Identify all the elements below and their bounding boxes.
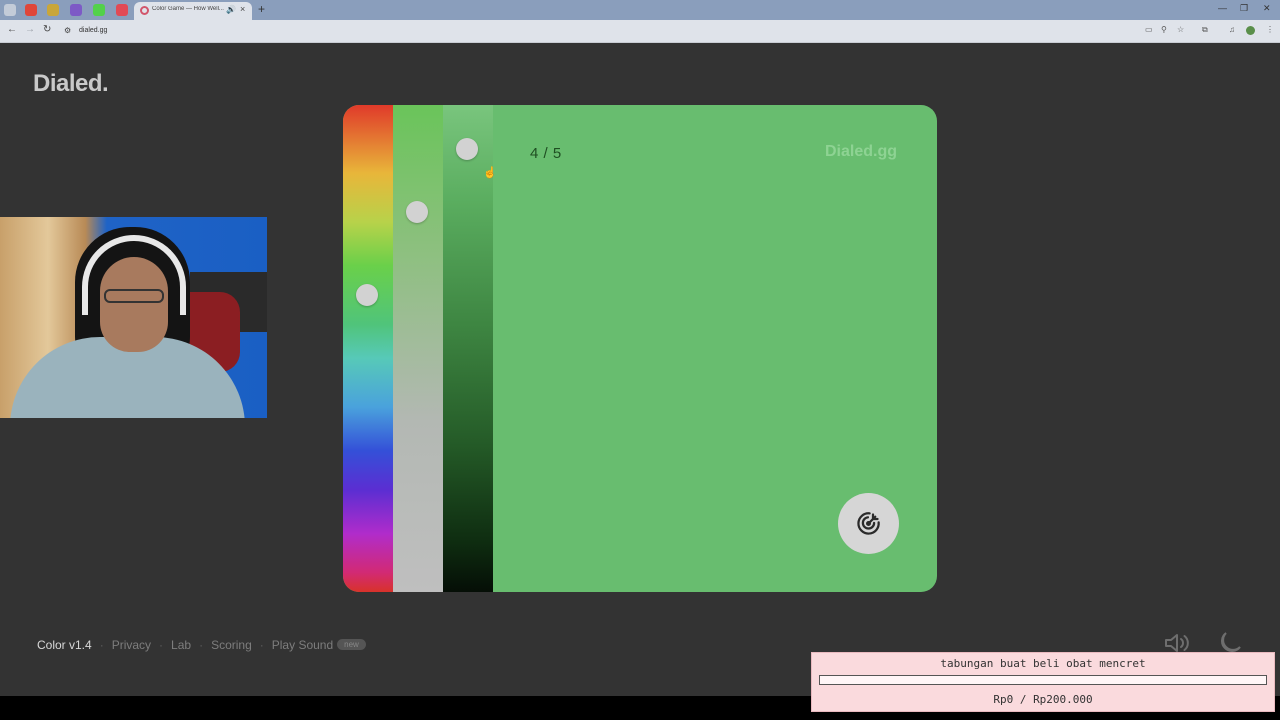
site-logo[interactable]: Dialed. <box>33 70 109 98</box>
site-info-icon[interactable]: ⚙ <box>64 26 71 35</box>
footer-separator: · <box>159 637 164 652</box>
youtube-tab-icon[interactable] <box>25 4 37 16</box>
browser-tab-strip: Color Game — How Well... 🔊 × + — ❐ ✕ <box>0 0 1280 20</box>
saturation-slider-handle[interactable] <box>406 201 428 224</box>
card-watermark: Dialed.gg <box>825 143 898 160</box>
footer-link-lab[interactable]: Lab <box>171 638 191 652</box>
dialed-favicon-icon <box>140 6 149 15</box>
maps-tab-icon[interactable] <box>116 4 128 16</box>
close-window-button[interactable]: ✕ <box>1263 3 1271 14</box>
saturation-slider[interactable] <box>393 105 443 592</box>
savings-progress-bar <box>819 675 1267 685</box>
footer-link-scoring[interactable]: Scoring <box>211 638 252 652</box>
minimize-button[interactable]: — <box>1218 3 1227 13</box>
footer-separator: · <box>99 637 104 652</box>
color-game-card: 4 / 5 Dialed.gg <box>343 105 937 592</box>
hue-slider[interactable] <box>343 105 393 592</box>
browser-menu-icon[interactable]: ⋮ <box>1266 25 1274 34</box>
version-label: Color v1.4 <box>37 637 92 652</box>
round-counter: 4 / 5 <box>530 145 562 162</box>
footer-separator: · <box>259 637 264 652</box>
tab-audio-icon[interactable]: 🔊 <box>226 5 236 14</box>
footer-link-play-sound[interactable]: Play Sound <box>272 638 333 652</box>
bookmark-star-icon[interactable]: ☆ <box>1177 25 1184 34</box>
lightness-slider-handle[interactable] <box>456 137 478 160</box>
new-tab-button[interactable]: + <box>258 2 265 16</box>
url-field[interactable]: dialed.gg <box>79 27 107 34</box>
restore-button[interactable]: ❐ <box>1240 3 1248 14</box>
savings-goal-overlay: tabungan buat beli obat mencret Rp0 / Rp… <box>811 652 1275 712</box>
tab-title: Color Game — How Well... <box>152 6 224 12</box>
footer-separator: · <box>199 637 204 652</box>
webcam-overlay <box>0 217 267 418</box>
back-icon[interactable]: ← <box>7 24 17 35</box>
tab-search-icon[interactable] <box>4 4 16 16</box>
savings-amount: Rp0 / Rp200.000 <box>993 693 1093 706</box>
savings-title: tabungan buat beli obat mencret <box>940 657 1146 670</box>
submit-guess-button[interactable] <box>838 493 899 554</box>
profile-avatar[interactable] <box>1246 26 1255 35</box>
twitch-tab-icon[interactable] <box>70 4 82 16</box>
target-arrow-icon <box>857 512 880 535</box>
hue-slider-handle[interactable] <box>356 283 378 306</box>
extensions-icon[interactable]: ⧉ <box>1202 25 1208 35</box>
address-bar: ← → ↻ ⚙ dialed.gg ▭ ⚲ ☆ ⧉ ♫ ⋮ <box>0 20 1280 43</box>
tab-color-game[interactable]: Color Game — How Well... 🔊 × <box>134 2 252 20</box>
mouse-cursor-icon: ☝ <box>483 167 497 179</box>
pinned-tab-icon[interactable] <box>47 4 59 16</box>
zoom-icon[interactable]: ⚲ <box>1161 25 1167 34</box>
media-control-icon[interactable]: ♫ <box>1229 25 1235 34</box>
tab-close-icon[interactable]: × <box>240 4 245 14</box>
new-badge: new <box>337 639 366 651</box>
footer: Color v1.4 · Privacy · Lab · Scoring · Play Soun… <box>37 637 366 652</box>
forward-icon[interactable]: → <box>25 24 35 35</box>
footer-link-privacy[interactable]: Privacy <box>112 638 151 652</box>
kick-tab-icon[interactable] <box>93 4 105 16</box>
reload-icon[interactable]: ↻ <box>43 24 51 35</box>
install-app-icon[interactable]: ▭ <box>1145 25 1153 34</box>
